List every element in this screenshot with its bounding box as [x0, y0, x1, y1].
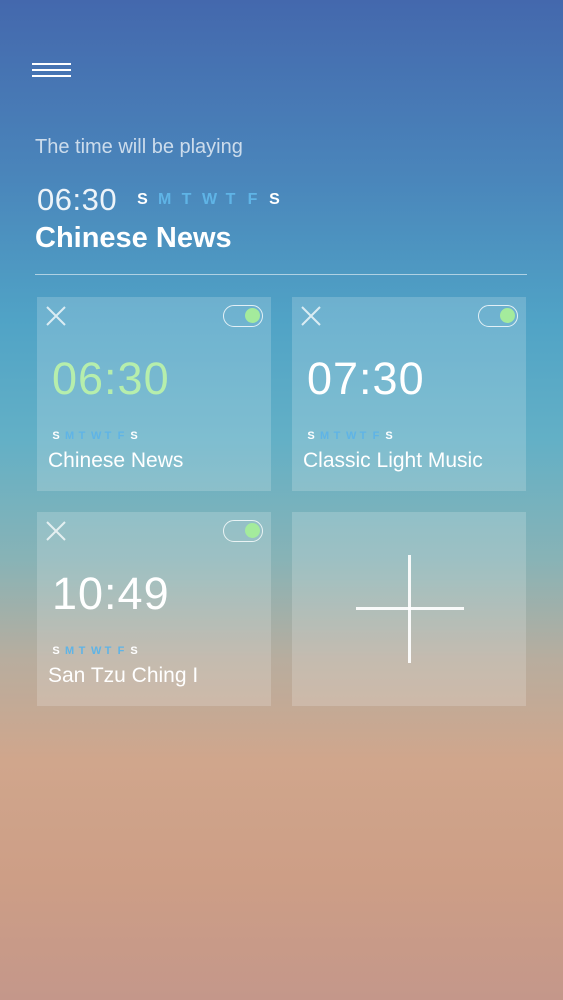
- playing-subtitle: The time will be playing: [35, 136, 243, 158]
- alarm-time: 10:49: [52, 568, 170, 619]
- alarm-days: S M T W T F S: [52, 430, 138, 442]
- alarm-days: S M T W T F S: [307, 430, 393, 442]
- day-wed: W: [346, 430, 357, 442]
- day-sun: S: [137, 191, 148, 208]
- day-wed: W: [202, 191, 218, 208]
- day-fri: F: [372, 430, 380, 442]
- day-sat: S: [130, 430, 138, 442]
- day-sat: S: [130, 645, 138, 657]
- alarm-toggle[interactable]: [223, 305, 263, 327]
- toggle-knob: [245, 308, 260, 323]
- day-sat: S: [385, 430, 393, 442]
- day-sun: S: [307, 430, 315, 442]
- alarm-days: S M T W T F S: [52, 645, 138, 657]
- day-thu: T: [225, 191, 236, 208]
- day-sun: S: [52, 645, 60, 657]
- toggle-knob: [245, 523, 260, 538]
- close-icon[interactable]: [45, 305, 67, 327]
- hamburger-menu-icon: [32, 63, 71, 65]
- day-mon: M: [158, 191, 172, 208]
- next-alarm-title: Chinese News: [35, 222, 232, 254]
- day-sun: S: [52, 430, 60, 442]
- day-wed: W: [91, 430, 102, 442]
- day-tue: T: [78, 430, 86, 442]
- alarm-name: Chinese News: [48, 449, 184, 472]
- alarm-card[interactable]: 10:49 S M T W T F S San Tzu Ching I: [37, 512, 271, 706]
- day-thu: T: [104, 430, 112, 442]
- day-sat: S: [269, 191, 280, 208]
- day-mon: M: [320, 430, 330, 442]
- alarm-time: 06:30: [52, 353, 170, 404]
- alarm-toggle[interactable]: [478, 305, 518, 327]
- day-wed: W: [91, 645, 102, 657]
- day-tue: T: [181, 191, 192, 208]
- day-mon: M: [65, 430, 75, 442]
- toggle-knob: [500, 308, 515, 323]
- close-icon[interactable]: [45, 520, 67, 542]
- day-fri: F: [117, 645, 125, 657]
- alarm-name: Classic Light Music: [303, 449, 483, 472]
- alarm-card[interactable]: 06:30 S M T W T F S Chinese News: [37, 297, 271, 491]
- day-thu: T: [359, 430, 367, 442]
- day-thu: T: [104, 645, 112, 657]
- next-alarm-time: 06:30: [37, 182, 118, 217]
- day-fri: F: [117, 430, 125, 442]
- menu-button[interactable]: [32, 60, 72, 80]
- add-alarm-button[interactable]: [292, 512, 526, 706]
- day-tue: T: [333, 430, 341, 442]
- alarm-toggle[interactable]: [223, 520, 263, 542]
- next-alarm-days: S M T W T F S: [136, 191, 281, 209]
- divider: [35, 274, 527, 275]
- day-fri: F: [247, 191, 258, 208]
- alarm-card[interactable]: 07:30 S M T W T F S Classic Light Music: [292, 297, 526, 491]
- plus-icon: [356, 555, 464, 663]
- day-mon: M: [65, 645, 75, 657]
- alarm-time: 07:30: [307, 353, 425, 404]
- close-icon[interactable]: [300, 305, 322, 327]
- alarm-name: San Tzu Ching I: [48, 664, 199, 687]
- day-tue: T: [78, 645, 86, 657]
